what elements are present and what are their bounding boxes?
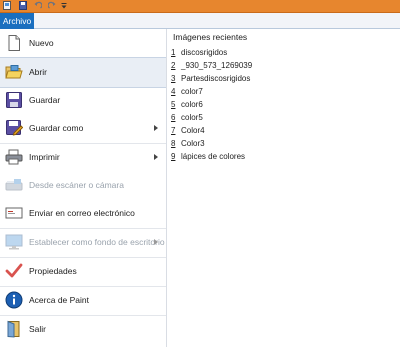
scanner-icon bbox=[5, 179, 23, 191]
info-icon bbox=[5, 291, 23, 309]
recent-item[interactable]: 4 color7 bbox=[171, 86, 391, 97]
open-folder-icon bbox=[5, 65, 23, 79]
recent-item[interactable]: 5 color6 bbox=[171, 99, 391, 110]
ribbon-tab-strip bbox=[0, 13, 400, 29]
menu-item-about-paint[interactable]: Acerca de Paint bbox=[0, 286, 166, 316]
menu-item-label: Abrir bbox=[29, 67, 47, 77]
undo-icon[interactable] bbox=[34, 1, 42, 10]
menu-item-from-scanner[interactable]: Desde escáner o cámara bbox=[0, 171, 166, 200]
menu-item-label: Acerca de Paint bbox=[29, 295, 90, 305]
printer-icon bbox=[5, 149, 23, 165]
menu-item-label: Propiedades bbox=[29, 266, 77, 276]
menu-item-label: Guardar como bbox=[29, 123, 84, 133]
file-menu-commands: Nuevo Abrir Guardar Guardar como Imprimi… bbox=[0, 29, 167, 347]
menu-item-label: Enviar en correo electrónico bbox=[29, 208, 135, 218]
menu-item-exit[interactable]: Salir bbox=[0, 315, 166, 344]
menu-item-label: Nuevo bbox=[29, 38, 54, 48]
menu-item-save-as[interactable]: Guardar como bbox=[0, 114, 166, 144]
desktop-background-icon bbox=[5, 234, 23, 250]
file-tab[interactable]: Archivo bbox=[0, 13, 34, 29]
email-icon bbox=[5, 207, 23, 219]
menu-item-print[interactable]: Imprimir bbox=[0, 143, 166, 172]
menu-item-open[interactable]: Abrir bbox=[0, 57, 166, 88]
paint-app-icon[interactable] bbox=[3, 1, 11, 10]
menu-item-save[interactable]: Guardar bbox=[0, 86, 166, 115]
submenu-arrow-icon bbox=[154, 125, 158, 131]
menu-item-set-desktop-background[interactable]: Establecer como fondo de escritorio bbox=[0, 228, 166, 258]
menu-item-send-email[interactable]: Enviar en correo electrónico bbox=[0, 199, 166, 229]
menu-item-label: Salir bbox=[29, 324, 47, 334]
quick-access-toolbar bbox=[0, 0, 400, 13]
floppy-disk-icon bbox=[6, 92, 22, 108]
recent-item[interactable]: 9 lápices de colores bbox=[171, 151, 391, 162]
redo-icon[interactable] bbox=[48, 1, 56, 10]
customize-toolbar-icon[interactable] bbox=[61, 1, 67, 10]
recent-pictures-title: Imágenes recientes bbox=[173, 32, 248, 42]
exit-icon bbox=[7, 320, 20, 338]
submenu-arrow-icon bbox=[154, 239, 158, 245]
menu-item-label: Imprimir bbox=[29, 152, 60, 162]
recent-item[interactable]: 3 Partesdiscosrigidos bbox=[171, 73, 391, 84]
new-document-icon bbox=[8, 35, 20, 51]
checkmark-icon bbox=[5, 263, 23, 278]
recent-item[interactable]: 7 Color4 bbox=[171, 125, 391, 136]
recent-item[interactable]: 6 color5 bbox=[171, 112, 391, 123]
submenu-arrow-icon bbox=[154, 154, 158, 160]
recent-pictures-panel: Imágenes recientes 1 discosrigidos 2 _930_… bbox=[167, 29, 400, 347]
save-quick-icon[interactable] bbox=[19, 1, 27, 10]
save-as-icon bbox=[6, 120, 23, 136]
menu-item-label: Establecer como fondo de escritorio bbox=[29, 237, 165, 247]
menu-item-label: Desde escáner o cámara bbox=[29, 180, 124, 190]
menu-item-new[interactable]: Nuevo bbox=[0, 29, 166, 59]
menu-item-properties[interactable]: Propiedades bbox=[0, 257, 166, 287]
menu-item-label: Guardar bbox=[29, 95, 61, 105]
file-menu: Nuevo Abrir Guardar Guardar como Imprimi… bbox=[0, 29, 400, 347]
recent-item[interactable]: 8 Color3 bbox=[171, 138, 391, 149]
recent-item[interactable]: 2 _930_573_1269039 bbox=[171, 60, 391, 71]
recent-item[interactable]: 1 discosrigidos bbox=[171, 47, 391, 58]
